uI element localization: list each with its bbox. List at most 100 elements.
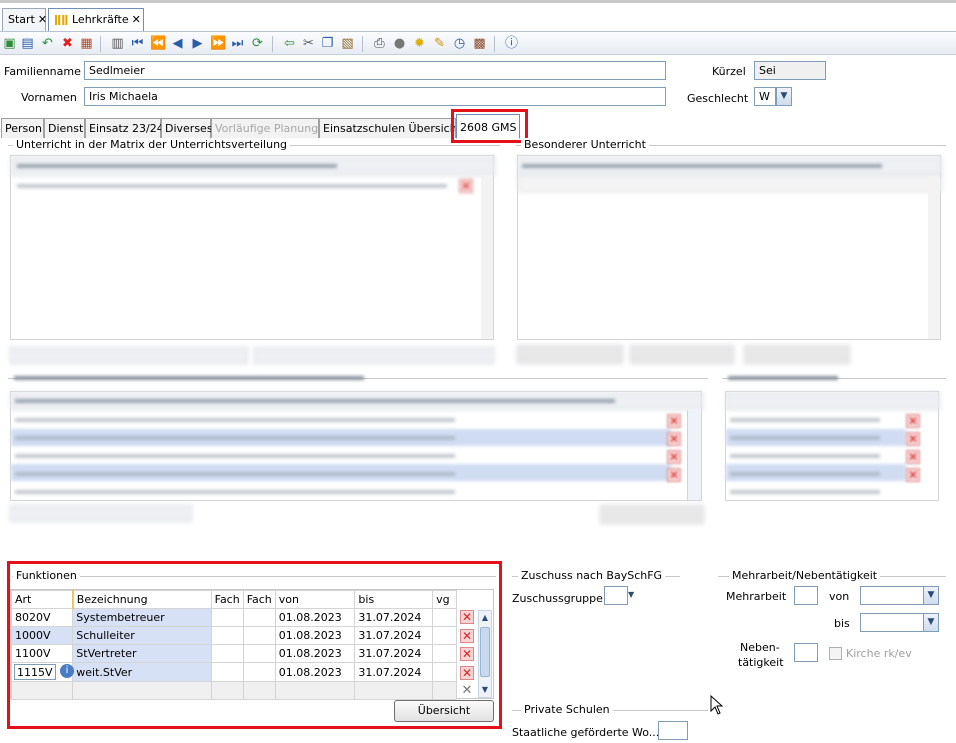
staatliche-field[interactable]: [658, 721, 688, 740]
geschlecht-label: Geschlecht: [687, 92, 749, 105]
document-tab-bar: Start ✕ ǁǁ Lehrkräfte ✕: [0, 0, 956, 32]
staatliche-label: Staatliche geförderte Wo...: [512, 726, 660, 739]
middle-grid[interactable]: ✕ ✕ ✕ ✕: [10, 391, 703, 501]
zuschuss-group-title: Zuschuss nach BaySchFG: [518, 569, 666, 582]
print-icon[interactable]: ⎙: [372, 36, 387, 51]
close-icon[interactable]: ✕: [38, 13, 47, 26]
zuschussgruppe-select[interactable]: [604, 586, 628, 605]
kuerzel-field[interactable]: Sei: [754, 61, 826, 80]
disk-icon[interactable]: ●: [392, 36, 407, 51]
besonderer-button-3[interactable]: [744, 345, 850, 364]
grid-row: [15, 490, 455, 494]
teachers-icon: ǁǁ: [54, 13, 69, 26]
matrix-grid[interactable]: ✕: [10, 155, 495, 340]
separator: [100, 36, 101, 52]
copy-icon[interactable]: ❐: [320, 36, 335, 51]
list-icon[interactable]: ▥: [110, 36, 125, 51]
toolbar: ▣ ▤ ↶ ✖ ▦ ▥ ⏮ ⏪ ◀ ▶ ⏩ ⏭ ⟳ ⇦ ✂ ❐ ▧ ⎙ ● ✹ …: [0, 31, 956, 55]
besonderer-group-title: Besonderer Unterricht: [521, 138, 649, 151]
previous-icon[interactable]: ◀: [170, 36, 185, 51]
clock-icon[interactable]: ◷: [452, 36, 467, 51]
nebentaetigkeit-field[interactable]: [794, 643, 818, 662]
chevron-down-icon[interactable]: ▼: [923, 613, 939, 632]
undo-icon[interactable]: ↶: [40, 36, 55, 51]
scrollbar[interactable]: [928, 176, 940, 339]
mehrarbeit-von-select[interactable]: [860, 586, 924, 605]
grid-row: [15, 436, 455, 440]
nebentaetigkeit-label-2: tätigkeit: [738, 656, 784, 669]
tab-diverses[interactable]: Diverses: [161, 118, 213, 138]
close-icon[interactable]: ✕: [132, 13, 141, 26]
grid-row: [730, 454, 880, 458]
besonderer-button-1[interactable]: [517, 345, 623, 364]
tab-person[interactable]: Person: [1, 118, 44, 138]
tab-dienst[interactable]: Dienst: [44, 118, 85, 138]
tab-einsatzschulen-uebersicht[interactable]: Einsatzschulen Übersicht: [319, 118, 456, 138]
delete-row-icon[interactable]: ✕: [667, 450, 681, 464]
kuerzel-label: Kürzel: [712, 65, 746, 78]
private-group-title: Private Schulen: [521, 703, 613, 716]
paste-icon[interactable]: ▧: [340, 36, 355, 51]
delete-row-icon[interactable]: ✕: [906, 414, 920, 428]
tab-vorlaeufige-planung[interactable]: Vorläufige Planung: [211, 118, 319, 138]
middle-status: [10, 505, 192, 522]
familienname-label: Familienname: [4, 65, 81, 78]
tab-start[interactable]: Start ✕: [2, 8, 47, 32]
grid-header-text: [15, 399, 615, 403]
lightbulb-icon[interactable]: ✹: [412, 36, 427, 51]
matrix-button-2[interactable]: [254, 347, 494, 364]
mehrarbeit-group-title: Mehrarbeit/Nebentätigkeit: [729, 569, 881, 582]
delete-row-icon[interactable]: ✕: [906, 432, 920, 446]
mehrarbeit-field[interactable]: [794, 586, 818, 605]
delete-row-icon[interactable]: ✕: [667, 432, 681, 446]
besonderer-grid[interactable]: [517, 155, 942, 340]
delete-row-icon[interactable]: ✕: [459, 179, 473, 193]
geschlecht-select[interactable]: W: [754, 87, 776, 106]
kirche-checkbox[interactable]: [829, 647, 842, 660]
besonderer-button-2[interactable]: [630, 345, 734, 364]
refresh-icon[interactable]: ⟳: [250, 36, 265, 51]
tab-label: Start: [8, 13, 35, 26]
scrollbar[interactable]: [687, 410, 701, 500]
fast-forward-icon[interactable]: ⏩: [210, 36, 226, 51]
cut-icon[interactable]: ✂: [301, 36, 316, 51]
familienname-field[interactable]: Sedlmeier: [84, 61, 666, 80]
grid-row: [730, 436, 880, 440]
new-icon[interactable]: ▣: [2, 36, 17, 51]
delete-icon[interactable]: ✖: [60, 36, 75, 51]
delete-row-icon[interactable]: ✕: [667, 468, 681, 482]
mehrarbeit-bis-select[interactable]: [860, 613, 924, 632]
grid-header: [726, 392, 940, 410]
delete-row-icon[interactable]: ✕: [906, 468, 920, 482]
properties-icon[interactable]: ▦: [79, 36, 94, 51]
grid-row: [730, 490, 880, 494]
grid-row: [518, 176, 942, 192]
last-record-icon[interactable]: ⏭: [230, 36, 245, 51]
help-icon[interactable]: ⓘ: [504, 36, 519, 51]
mehrarbeit-label: Mehrarbeit: [726, 590, 787, 603]
grid-header-text: [522, 164, 882, 168]
back-arrow-icon[interactable]: ⇦: [282, 36, 297, 51]
first-record-icon[interactable]: ⏮: [130, 36, 145, 51]
chevron-down-icon[interactable]: ▼: [776, 87, 792, 106]
delete-row-icon[interactable]: ✕: [906, 450, 920, 464]
matrix-button-1[interactable]: [10, 347, 248, 364]
scrollbar[interactable]: [481, 176, 493, 339]
rewind-icon[interactable]: ⏪: [150, 36, 166, 51]
id-card-icon[interactable]: ▩: [472, 36, 487, 51]
chevron-down-icon[interactable]: ▼: [628, 586, 634, 605]
grid-row: [730, 418, 880, 422]
tab-einsatz[interactable]: Einsatz 23/24: [85, 118, 164, 138]
separator: [494, 36, 495, 52]
save-icon[interactable]: ▤: [20, 36, 35, 51]
middle-button[interactable]: [600, 505, 704, 524]
separator: [362, 36, 363, 52]
chevron-down-icon[interactable]: ▼: [923, 586, 939, 605]
delete-row-icon[interactable]: ✕: [667, 414, 681, 428]
tab-lehrkraefte[interactable]: ǁǁ Lehrkräfte ✕: [48, 8, 144, 32]
next-icon[interactable]: ▶: [190, 36, 205, 51]
right-group-title: [728, 376, 838, 380]
vornamen-field[interactable]: Iris Michaela: [84, 87, 666, 106]
right-grid[interactable]: ✕ ✕ ✕ ✕: [725, 391, 940, 501]
broom-icon[interactable]: ✎: [432, 36, 447, 51]
